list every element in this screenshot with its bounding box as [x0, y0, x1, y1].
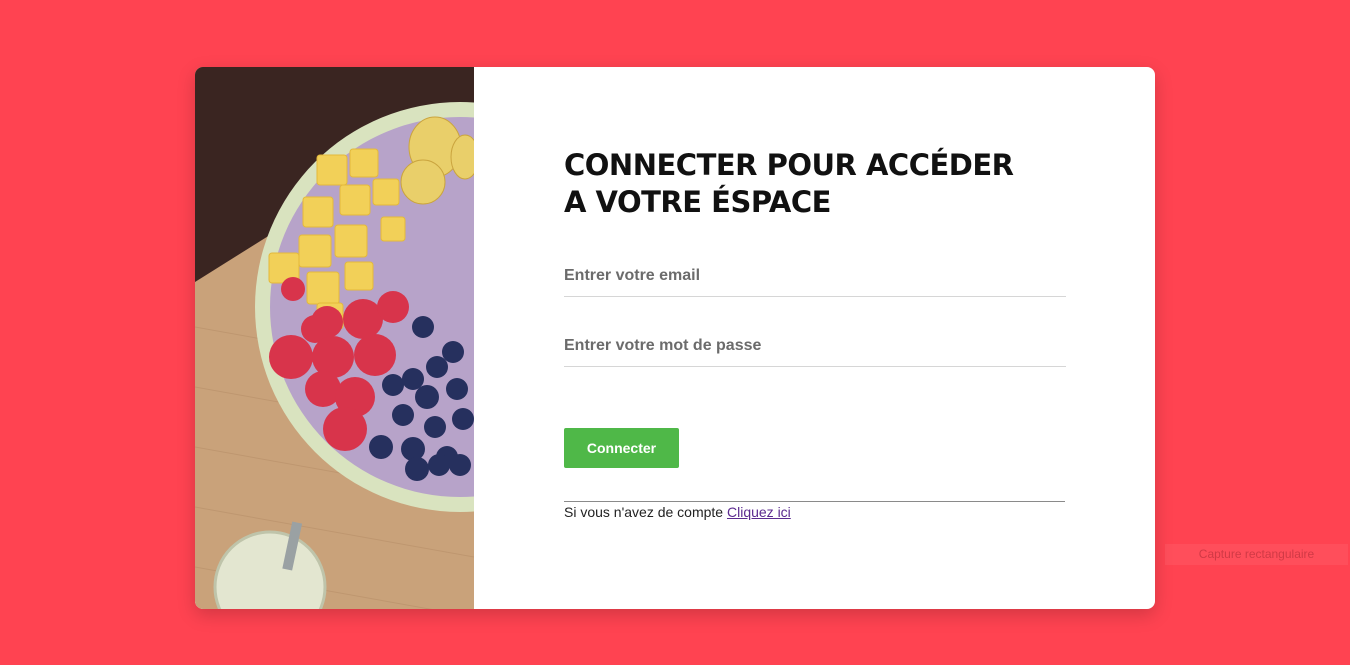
email-field[interactable]	[564, 256, 1066, 297]
signup-prompt-text: Si vous n'avez de compte	[564, 504, 724, 520]
login-card: CONNECTER POUR ACCÉDER A VOTRE ÉSPACE Co…	[195, 67, 1155, 609]
page-title: CONNECTER POUR ACCÉDER A VOTRE ÉSPACE	[564, 148, 1014, 219]
signup-prompt: Si vous n'avez de compte Cliquez ici	[564, 504, 791, 520]
signup-link[interactable]: Cliquez ici	[727, 504, 791, 520]
login-form: CONNECTER POUR ACCÉDER A VOTRE ÉSPACE Co…	[564, 67, 1066, 609]
capture-tooltip: Capture rectangulaire	[1165, 544, 1348, 565]
smoothie-bowl-photo	[195, 67, 474, 609]
password-field[interactable]	[564, 326, 1066, 367]
divider	[564, 501, 1065, 502]
login-button[interactable]: Connecter	[564, 428, 679, 468]
